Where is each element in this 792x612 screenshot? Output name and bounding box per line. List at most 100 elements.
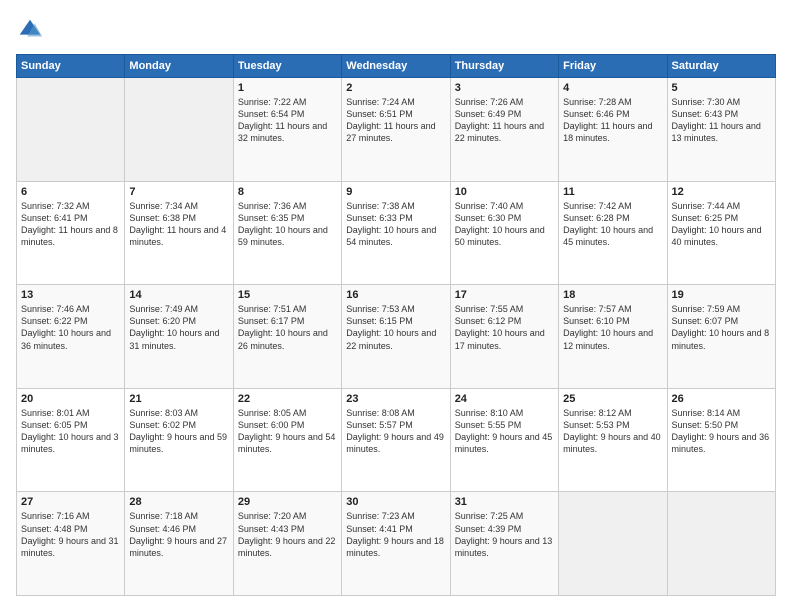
day-number: 2 [346,82,445,94]
calendar-cell [125,78,233,182]
calendar-cell: 6 Sunrise: 7:32 AMSunset: 6:41 PMDaylight… [17,181,125,285]
day-info: Sunrise: 7:53 AMSunset: 6:15 PMDaylight:… [346,303,445,352]
day-number: 28 [129,496,228,508]
day-info: Sunrise: 7:42 AMSunset: 6:28 PMDaylight:… [563,200,662,249]
weekday-header: Sunday [17,55,125,78]
day-number: 18 [563,289,662,301]
day-info: Sunrise: 8:08 AMSunset: 5:57 PMDaylight:… [346,407,445,456]
day-info: Sunrise: 7:38 AMSunset: 6:33 PMDaylight:… [346,200,445,249]
day-number: 30 [346,496,445,508]
calendar-cell: 25 Sunrise: 8:12 AMSunset: 5:53 PMDayligh… [559,388,667,492]
day-info: Sunrise: 7:26 AMSunset: 6:49 PMDaylight:… [455,96,554,145]
day-number: 13 [21,289,120,301]
calendar-cell: 16 Sunrise: 7:53 AMSunset: 6:15 PMDayligh… [342,285,450,389]
day-info: Sunrise: 8:03 AMSunset: 6:02 PMDaylight:… [129,407,228,456]
header [16,16,776,44]
calendar-cell [559,492,667,596]
day-number: 17 [455,289,554,301]
calendar-cell: 3 Sunrise: 7:26 AMSunset: 6:49 PMDaylight… [450,78,558,182]
day-info: Sunrise: 8:12 AMSunset: 5:53 PMDaylight:… [563,407,662,456]
day-number: 1 [238,82,337,94]
calendar-cell: 19 Sunrise: 7:59 AMSunset: 6:07 PMDayligh… [667,285,775,389]
day-number: 9 [346,186,445,198]
calendar: SundayMondayTuesdayWednesdayThursdayFrid… [16,54,776,596]
calendar-body: 1Sunrise: 7:22 AMSunset: 6:54 PMDaylight… [17,78,776,596]
day-number: 20 [21,393,120,405]
calendar-cell: 17 Sunrise: 7:55 AMSunset: 6:12 PMDayligh… [450,285,558,389]
day-number: 16 [346,289,445,301]
day-number: 19 [672,289,771,301]
calendar-cell: 29 Sunrise: 7:20 AMSunset: 4:43 PMDayligh… [233,492,341,596]
weekday-header: Thursday [450,55,558,78]
calendar-cell: 31Sunrise: 7:25 AMSunset: 4:39 PMDayligh… [450,492,558,596]
day-number: 11 [563,186,662,198]
day-info: Sunrise: 7:18 AMSunset: 4:46 PMDaylight:… [129,510,228,559]
day-info: Sunrise: 7:59 AMSunset: 6:07 PMDaylight:… [672,303,771,352]
day-info: Sunrise: 7:36 AMSunset: 6:35 PMDaylight:… [238,200,337,249]
day-number: 15 [238,289,337,301]
calendar-cell: 26 Sunrise: 8:14 AMSunset: 5:50 PMDayligh… [667,388,775,492]
calendar-week-row: 6 Sunrise: 7:32 AMSunset: 6:41 PMDaylight… [17,181,776,285]
day-number: 12 [672,186,771,198]
calendar-cell: 13 Sunrise: 7:46 AMSunset: 6:22 PMDayligh… [17,285,125,389]
day-number: 3 [455,82,554,94]
day-number: 10 [455,186,554,198]
logo-icon [16,16,44,44]
day-info: Sunrise: 7:32 AMSunset: 6:41 PMDaylight:… [21,200,120,249]
day-info: Sunrise: 8:10 AMSunset: 5:55 PMDaylight:… [455,407,554,456]
day-info: Sunrise: 7:51 AMSunset: 6:17 PMDaylight:… [238,303,337,352]
day-number: 23 [346,393,445,405]
day-number: 8 [238,186,337,198]
weekday-header: Wednesday [342,55,450,78]
day-info: Sunrise: 7:20 AMSunset: 4:43 PMDaylight:… [238,510,337,559]
calendar-cell: 2 Sunrise: 7:24 AMSunset: 6:51 PMDaylight… [342,78,450,182]
calendar-cell: 1Sunrise: 7:22 AMSunset: 6:54 PMDaylight… [233,78,341,182]
day-number: 6 [21,186,120,198]
day-info: Sunrise: 7:40 AMSunset: 6:30 PMDaylight:… [455,200,554,249]
calendar-cell [17,78,125,182]
weekday-header: Friday [559,55,667,78]
day-info: Sunrise: 7:46 AMSunset: 6:22 PMDaylight:… [21,303,120,352]
day-number: 27 [21,496,120,508]
day-info: Sunrise: 8:01 AMSunset: 6:05 PMDaylight:… [21,407,120,456]
day-info: Sunrise: 7:30 AMSunset: 6:43 PMDaylight:… [672,96,771,145]
calendar-cell: 23 Sunrise: 8:08 AMSunset: 5:57 PMDayligh… [342,388,450,492]
calendar-week-row: 27 Sunrise: 7:16 AMSunset: 4:48 PMDayligh… [17,492,776,596]
calendar-week-row: 20 Sunrise: 8:01 AMSunset: 6:05 PMDayligh… [17,388,776,492]
calendar-header: SundayMondayTuesdayWednesdayThursdayFrid… [17,55,776,78]
day-number: 14 [129,289,228,301]
day-info: Sunrise: 7:44 AMSunset: 6:25 PMDaylight:… [672,200,771,249]
day-info: Sunrise: 7:34 AMSunset: 6:38 PMDaylight:… [129,200,228,249]
calendar-cell: 21Sunrise: 8:03 AMSunset: 6:02 PMDayligh… [125,388,233,492]
day-number: 26 [672,393,771,405]
day-info: Sunrise: 7:28 AMSunset: 6:46 PMDaylight:… [563,96,662,145]
weekday-header: Monday [125,55,233,78]
calendar-week-row: 1Sunrise: 7:22 AMSunset: 6:54 PMDaylight… [17,78,776,182]
calendar-cell: 15 Sunrise: 7:51 AMSunset: 6:17 PMDayligh… [233,285,341,389]
page: SundayMondayTuesdayWednesdayThursdayFrid… [0,0,792,612]
calendar-cell: 30 Sunrise: 7:23 AMSunset: 4:41 PMDayligh… [342,492,450,596]
calendar-cell: 8 Sunrise: 7:36 AMSunset: 6:35 PMDaylight… [233,181,341,285]
calendar-cell: 22Sunrise: 8:05 AMSunset: 6:00 PMDayligh… [233,388,341,492]
calendar-week-row: 13 Sunrise: 7:46 AMSunset: 6:22 PMDayligh… [17,285,776,389]
day-number: 24 [455,393,554,405]
calendar-cell: 9 Sunrise: 7:38 AMSunset: 6:33 PMDaylight… [342,181,450,285]
calendar-cell: 14 Sunrise: 7:49 AMSunset: 6:20 PMDayligh… [125,285,233,389]
day-number: 29 [238,496,337,508]
calendar-cell: 7 Sunrise: 7:34 AMSunset: 6:38 PMDaylight… [125,181,233,285]
calendar-cell: 28 Sunrise: 7:18 AMSunset: 4:46 PMDayligh… [125,492,233,596]
calendar-cell: 4Sunrise: 7:28 AMSunset: 6:46 PMDaylight… [559,78,667,182]
day-info: Sunrise: 7:16 AMSunset: 4:48 PMDaylight:… [21,510,120,559]
weekday-header: Tuesday [233,55,341,78]
day-info: Sunrise: 8:14 AMSunset: 5:50 PMDaylight:… [672,407,771,456]
day-info: Sunrise: 7:23 AMSunset: 4:41 PMDaylight:… [346,510,445,559]
day-info: Sunrise: 7:55 AMSunset: 6:12 PMDaylight:… [455,303,554,352]
day-info: Sunrise: 7:25 AMSunset: 4:39 PMDaylight:… [455,510,554,559]
day-number: 7 [129,186,228,198]
day-number: 25 [563,393,662,405]
day-info: Sunrise: 7:49 AMSunset: 6:20 PMDaylight:… [129,303,228,352]
logo [16,16,48,44]
calendar-cell: 11 Sunrise: 7:42 AMSunset: 6:28 PMDayligh… [559,181,667,285]
day-info: Sunrise: 7:24 AMSunset: 6:51 PMDaylight:… [346,96,445,145]
calendar-cell: 12 Sunrise: 7:44 AMSunset: 6:25 PMDayligh… [667,181,775,285]
